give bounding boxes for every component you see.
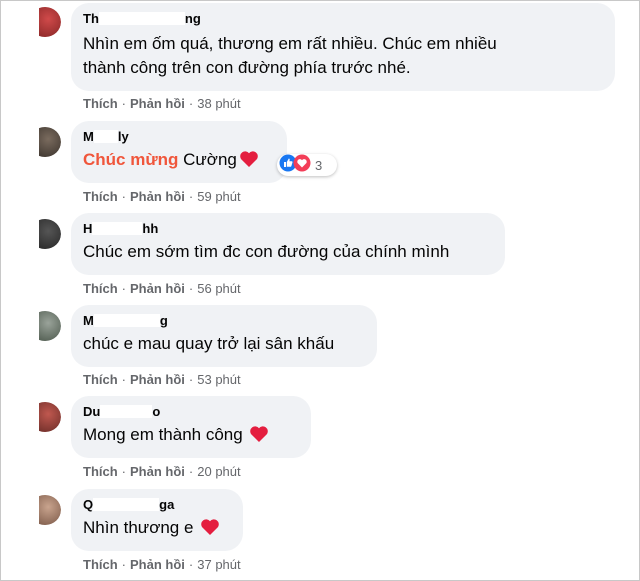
- comment-timestamp[interactable]: 37 phút: [197, 557, 240, 572]
- author-name-start: H: [83, 221, 93, 236]
- separator: ·: [188, 189, 194, 204]
- separator: ·: [121, 372, 127, 387]
- avatar[interactable]: [39, 311, 61, 341]
- author-name-start: M: [83, 313, 94, 328]
- comment-line: thành công trên con đường phía trước nhé…: [83, 58, 411, 77]
- comment-timestamp[interactable]: 56 phút: [197, 281, 240, 296]
- separator: ·: [188, 96, 194, 111]
- name-redaction: [93, 314, 160, 327]
- author-name-end: ga: [159, 497, 175, 512]
- comment-text-body: Nhìn thương e: [83, 518, 194, 537]
- reply-link[interactable]: Phản hồi: [130, 464, 185, 479]
- author-name-start: Du: [83, 404, 101, 419]
- comment-timestamp[interactable]: 38 phút: [197, 96, 240, 111]
- author-name-start: Th: [83, 11, 99, 26]
- comment-bubble: Qga Nhìn thương e: [71, 489, 243, 551]
- comment-actions: Thích · Phản hồi · 20 phút: [83, 464, 241, 480]
- comment-line: Nhìn em ốm quá, thương em rất nhiều. Chú…: [83, 34, 497, 53]
- reaction-count: 3: [315, 157, 323, 173]
- comment-text: chúc e mau quay trở lại sân khấu: [83, 334, 335, 353]
- name-redaction: [93, 498, 160, 511]
- comment-text: Chúc em sớm tìm đc con đường của chính m…: [83, 242, 450, 261]
- name-redaction: [98, 12, 185, 25]
- comment-bubble: Mly Chúc mừng Cường: [71, 121, 287, 183]
- separator: ·: [188, 557, 194, 572]
- reply-link[interactable]: Phản hồi: [130, 96, 185, 111]
- heart-icon: [200, 518, 220, 543]
- separator: ·: [121, 557, 127, 572]
- reply-link[interactable]: Phản hồi: [130, 189, 185, 204]
- author-name-end: o: [152, 404, 161, 419]
- reply-link[interactable]: Phản hồi: [130, 281, 185, 296]
- love-reaction-icon: [293, 154, 311, 177]
- comment-author[interactable]: Du o: [83, 404, 299, 420]
- like-link[interactable]: Thích: [83, 189, 118, 204]
- separator: ·: [121, 464, 127, 479]
- comment-author[interactable]: Mg: [83, 313, 365, 329]
- comment-bubble: Th ng Nhìn em ốm quá, thương em rất nhiều…: [71, 3, 615, 91]
- name-redaction: [92, 222, 143, 235]
- comment-text-body: Cường: [178, 150, 237, 169]
- author-name-end: ng: [184, 11, 201, 26]
- comment-bubble: Mg chúc e mau quay trở lại sân khấu: [71, 305, 377, 367]
- separator: ·: [188, 281, 194, 296]
- comment-text: Mong em thành công: [83, 423, 299, 450]
- comment-author[interactable]: Hhh: [83, 221, 493, 237]
- separator: ·: [121, 96, 127, 111]
- comment-timestamp[interactable]: 20 phút: [197, 464, 240, 479]
- comment-timestamp[interactable]: 59 phút: [197, 189, 240, 204]
- author-name-start: M: [83, 129, 94, 144]
- comment-text-body: Mong em thành công: [83, 425, 243, 444]
- avatar[interactable]: [39, 495, 61, 525]
- comment-actions: Thích · Phản hồi · 56 phút: [83, 281, 241, 297]
- like-link[interactable]: Thích: [83, 464, 118, 479]
- comment-author[interactable]: Th ng: [83, 11, 603, 27]
- heart-icon: [249, 425, 269, 450]
- heart-icon: [239, 150, 259, 175]
- comment-bubble: Du o Mong em thành công: [71, 396, 311, 458]
- comments-panel: Th ng Nhìn em ốm quá, thương em rất nhiều…: [0, 0, 640, 581]
- separator: ·: [188, 464, 194, 479]
- name-redaction: [100, 405, 153, 418]
- celebration-text[interactable]: Chúc mừng: [83, 150, 178, 169]
- reply-link[interactable]: Phản hồi: [130, 557, 185, 572]
- author-name-end: hh: [142, 221, 159, 236]
- comment-author[interactable]: Mly: [83, 129, 275, 145]
- name-redaction: [93, 130, 118, 143]
- author-name-end: g: [159, 313, 168, 328]
- comment-actions: Thích · Phản hồi · 37 phút: [83, 557, 241, 573]
- author-name-start: Q: [83, 497, 94, 512]
- like-link[interactable]: Thích: [83, 372, 118, 387]
- author-name-end: ly: [117, 129, 129, 144]
- comment-text: Chúc mừng Cường: [83, 148, 275, 175]
- reactions-summary[interactable]: 3: [277, 154, 337, 176]
- reply-link[interactable]: Phản hồi: [130, 372, 185, 387]
- separator: ·: [188, 372, 194, 387]
- like-link[interactable]: Thích: [83, 281, 118, 296]
- separator: ·: [121, 189, 127, 204]
- avatar[interactable]: [39, 7, 61, 37]
- comment-actions: Thích · Phản hồi · 59 phút: [83, 189, 241, 205]
- like-link[interactable]: Thích: [83, 557, 118, 572]
- avatar[interactable]: [39, 219, 61, 249]
- avatar[interactable]: [39, 127, 61, 157]
- avatar[interactable]: [39, 402, 61, 432]
- comment-bubble: Hhh Chúc em sớm tìm đc con đường của chí…: [71, 213, 505, 275]
- like-link[interactable]: Thích: [83, 96, 118, 111]
- comment-timestamp[interactable]: 53 phút: [197, 372, 240, 387]
- comment-text: Nhìn thương e: [83, 516, 231, 543]
- comment-actions: Thích · Phản hồi · 38 phút: [83, 96, 241, 112]
- separator: ·: [121, 281, 127, 296]
- comment-actions: Thích · Phản hồi · 53 phút: [83, 372, 241, 388]
- comment-author[interactable]: Qga: [83, 497, 231, 513]
- comment-text: Nhìn em ốm quá, thương em rất nhiều. Chú…: [83, 32, 603, 80]
